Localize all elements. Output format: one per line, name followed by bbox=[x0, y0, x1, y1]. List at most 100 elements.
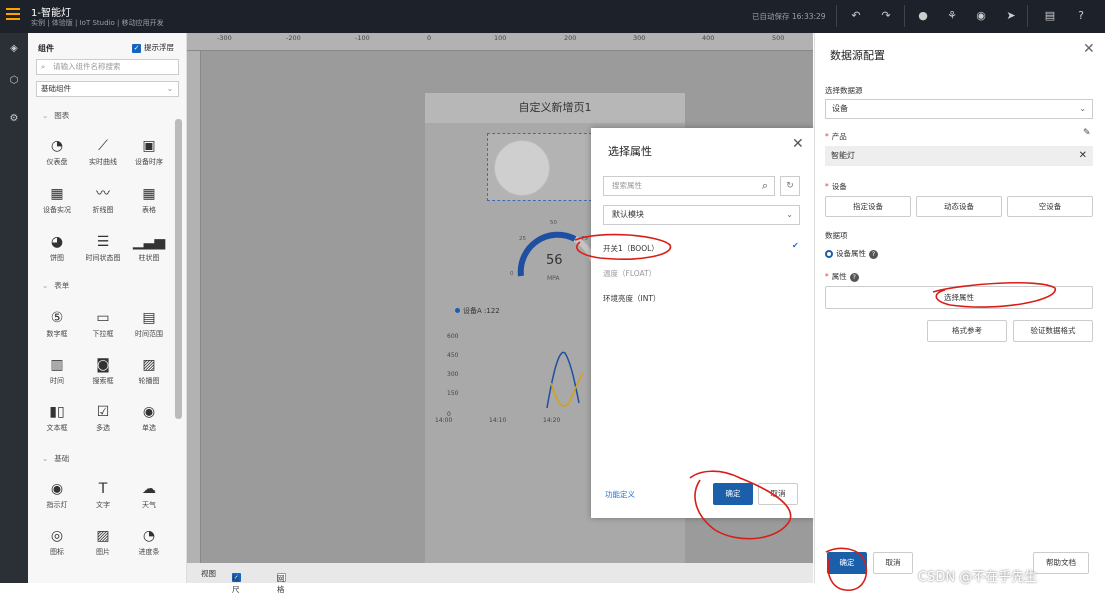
layers-icon[interactable]: ◈ bbox=[7, 43, 21, 57]
close-icon[interactable]: ✕ bbox=[1083, 41, 1095, 57]
item-weather[interactable]: ☁ 天气 bbox=[126, 480, 172, 510]
item-bar-chart[interactable]: ▁▃▅ 柱状图 bbox=[126, 233, 172, 263]
search-icon: ⌕ bbox=[41, 62, 46, 71]
x-tick: 14:00 bbox=[435, 417, 453, 424]
module-select[interactable]: 默认模块 ⌄ bbox=[603, 205, 800, 225]
item-device-live[interactable]: ▦ 设备实况 bbox=[34, 185, 80, 215]
item-progress[interactable]: ◔ 进度条 bbox=[126, 527, 172, 557]
switch-knob bbox=[494, 140, 550, 196]
close-icon[interactable]: ✕ bbox=[792, 136, 804, 152]
specified-device-button[interactable]: 指定设备 bbox=[825, 196, 911, 217]
item-search-box[interactable]: ◙ 搜索框 bbox=[80, 356, 126, 386]
publish-icon[interactable]: ● bbox=[915, 8, 931, 24]
item-time-status[interactable]: ☰ 时间状态图 bbox=[80, 233, 126, 263]
source-select[interactable]: 设备 ⌄ bbox=[825, 99, 1093, 119]
item-time-range[interactable]: ▤ 时间范围 bbox=[126, 309, 172, 339]
refresh-icon[interactable]: ↻ bbox=[780, 176, 800, 196]
gauge-icon: ◔ bbox=[50, 138, 64, 154]
top-bar: 1-智能灯 实例 | 体验版 | IoT Studio | 移动应用开发 已自动… bbox=[0, 0, 1105, 33]
item-text[interactable]: T 文字 bbox=[80, 480, 126, 510]
breadcrumb: 实例 | 体验版 | IoT Studio | 移动应用开发 bbox=[31, 19, 164, 27]
edit-icon[interactable]: ✎ bbox=[1083, 128, 1091, 138]
verify-format-button[interactable]: 验证数据格式 bbox=[1013, 320, 1093, 342]
chevron-down-icon: ⌄ bbox=[166, 84, 173, 93]
category-chart[interactable]: ⌄ 图表 bbox=[42, 110, 69, 121]
component-category-select[interactable]: 基础组件 ⌄ bbox=[36, 81, 179, 97]
number-icon: ⑤ bbox=[50, 310, 64, 326]
component-icon[interactable]: ⬡ bbox=[7, 75, 21, 89]
left-rail: ◈ ⬡ ⚙ bbox=[0, 33, 28, 583]
undo-icon[interactable]: ↶ bbox=[848, 8, 864, 24]
dialog-confirm-button[interactable]: 确定 bbox=[713, 483, 753, 505]
canvas-bottom-bar: 视图 ✓ 标尺 网格 bbox=[187, 563, 813, 594]
item-icon[interactable]: ◎ 图标 bbox=[34, 527, 80, 557]
share-icon[interactable]: ⚘ bbox=[944, 8, 960, 24]
help-icon[interactable]: ? bbox=[869, 249, 878, 259]
component-search-input[interactable]: ⌕ 请输入组件名称搜索 bbox=[36, 59, 179, 75]
item-pie[interactable]: ◕ 饼图 bbox=[34, 233, 80, 263]
calendar-icon: ▤ bbox=[142, 310, 156, 326]
gauge-value: 56 bbox=[546, 253, 563, 268]
picture-icon: ▨ bbox=[96, 528, 110, 544]
format-reference-button[interactable]: 格式参考 bbox=[927, 320, 1007, 342]
option-brightness[interactable]: 环境亮度（INT） bbox=[603, 293, 660, 304]
category-basic[interactable]: ⌄ 基础 bbox=[42, 453, 69, 464]
menu-icon[interactable] bbox=[6, 8, 20, 22]
item-number-box[interactable]: ⑤ 数字框 bbox=[34, 309, 80, 339]
option-switch[interactable]: 开关1（BOOL） bbox=[603, 243, 659, 254]
app-title: 1-智能灯 bbox=[31, 8, 71, 19]
help-icon[interactable]: ? bbox=[849, 272, 859, 282]
help-icon[interactable]: ? bbox=[1073, 8, 1089, 24]
clear-icon[interactable]: ✕ bbox=[1079, 146, 1087, 166]
item-line-chart[interactable]: 〰折线图 bbox=[80, 185, 126, 215]
item-dropdown[interactable]: ▭ 下拉框 bbox=[80, 309, 126, 339]
empty-device-button[interactable]: 空设备 bbox=[1007, 196, 1093, 217]
item-time[interactable]: ▥ 时间 bbox=[34, 356, 80, 386]
device-attribute-radio[interactable]: 设备属性? bbox=[825, 248, 878, 259]
help-doc-button[interactable]: 帮助文档 bbox=[1033, 552, 1089, 574]
data-item-label: 数据项 bbox=[825, 231, 848, 240]
component-scrollbar[interactable] bbox=[175, 119, 182, 419]
item-carousel[interactable]: ▨ 轮播图 bbox=[126, 356, 172, 386]
item-table[interactable]: ▦ 表格 bbox=[126, 185, 172, 215]
redo-icon[interactable]: ↷ bbox=[878, 8, 894, 24]
watermark: CSDN @不在乎先生 bbox=[918, 570, 1038, 585]
item-image[interactable]: ▨ 图片 bbox=[80, 527, 126, 557]
component-panel: 组件 ✓ 提示浮层 ⌕ 请输入组件名称搜索 基础组件 ⌄ ⌄ 图表 ◔ 仪表盘 ⟋ 实时曲线… bbox=[28, 33, 187, 583]
progress-icon: ◔ bbox=[142, 528, 156, 544]
settings-icon[interactable]: ⚙ bbox=[7, 113, 21, 127]
preview-icon[interactable]: ◉ bbox=[973, 8, 989, 24]
weather-icon: ☁ bbox=[142, 481, 156, 497]
gauge-tick: 25 bbox=[519, 236, 526, 242]
gauge-tick: 75 bbox=[581, 236, 588, 242]
attribute-search-input[interactable]: 搜索属性 ⌕ bbox=[603, 176, 775, 196]
image-icon: ▨ bbox=[142, 357, 156, 373]
panel-confirm-button[interactable]: 确定 bbox=[827, 552, 867, 574]
dynamic-device-button[interactable]: 动态设备 bbox=[916, 196, 1002, 217]
item-realtime-curve[interactable]: ⟋ 实时曲线 bbox=[80, 137, 126, 167]
panel-cancel-button[interactable]: 取消 bbox=[873, 552, 913, 574]
show-float-checkbox[interactable]: ✓ 提示浮层 bbox=[132, 42, 174, 53]
item-indicator[interactable]: ◉ 指示灯 bbox=[34, 480, 80, 510]
option-temperature[interactable]: 温度（FLOAT） bbox=[603, 268, 656, 279]
function-definition-link[interactable]: 功能定义 bbox=[605, 489, 635, 500]
text-icon: T bbox=[98, 481, 108, 497]
line-chart-icon: 〰 bbox=[96, 186, 110, 202]
item-device-timeseries[interactable]: ▣ 设备时序 bbox=[126, 137, 172, 167]
item-text-box[interactable]: ▮▯ 文本框 bbox=[34, 403, 80, 433]
doc-icon[interactable]: ▤ bbox=[1042, 8, 1058, 24]
select-attribute-dialog: 选择属性 ✕ 搜索属性 ⌕ ↻ 默认模块 ⌄ 开关1（BOOL） ✔ 温度（FLOA… bbox=[591, 128, 814, 518]
send-icon[interactable]: ➤ bbox=[1003, 8, 1019, 24]
y-tick: 150 bbox=[447, 390, 459, 397]
item-multi-select[interactable]: ☑ 多选 bbox=[80, 403, 126, 433]
dialog-cancel-button[interactable]: 取消 bbox=[758, 483, 798, 505]
switch-component[interactable] bbox=[487, 133, 597, 201]
date-icon: ▥ bbox=[50, 357, 64, 373]
product-field[interactable]: 智能灯 ✕ bbox=[825, 146, 1093, 166]
select-attribute-button[interactable]: 选择属性 bbox=[825, 286, 1093, 309]
item-single-select[interactable]: ◉ 单选 bbox=[126, 403, 172, 433]
category-form[interactable]: ⌄ 表单 bbox=[42, 280, 69, 291]
dropdown-icon: ▭ bbox=[96, 310, 110, 326]
textbox-icon: ▮▯ bbox=[49, 404, 65, 420]
item-gauge[interactable]: ◔ 仪表盘 bbox=[34, 137, 80, 167]
